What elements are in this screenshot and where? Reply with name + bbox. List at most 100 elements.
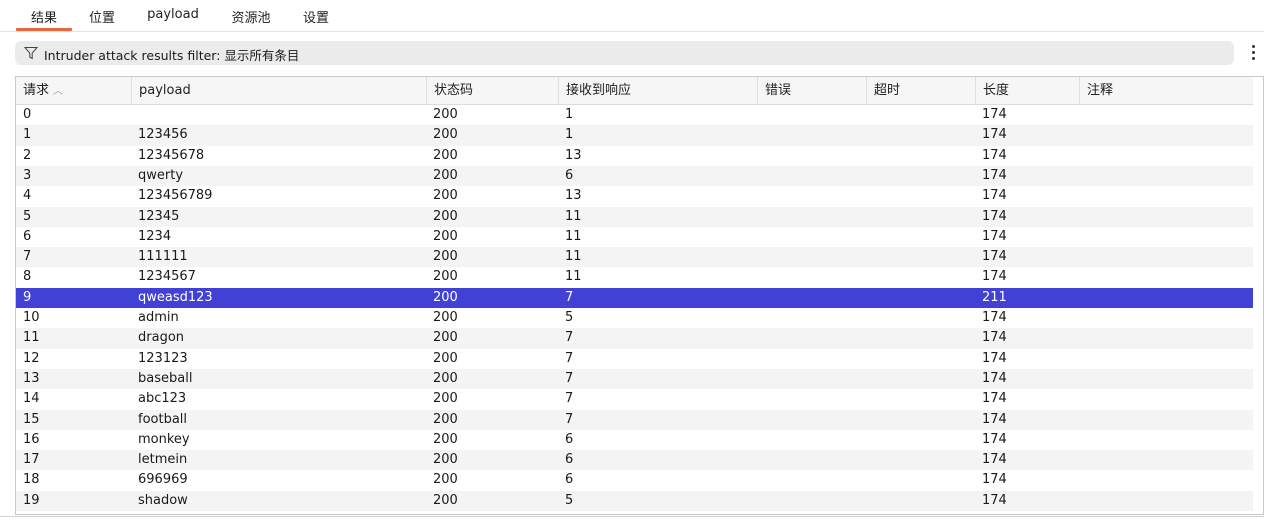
cell-request: 18 (23, 472, 40, 488)
table-row[interactable]: 19 shadow 200 5 174 (16, 490, 1253, 511)
cell-timeout (866, 491, 975, 511)
table-row[interactable]: 7 111111 200 11 174 (16, 247, 1253, 268)
results-table: 请求 ︿ payload 状态码 接收到响应 错误 超时 长度 注释 0 200 1 1… (15, 76, 1264, 515)
cell-response-received: 7 (565, 411, 574, 427)
table-row[interactable]: 10 admin 200 5 174 (16, 308, 1253, 328)
cell-error (757, 146, 866, 166)
cell-payload: 696969 (138, 472, 188, 488)
cell-request: 13 (23, 370, 40, 386)
cell-length: 174 (982, 310, 1007, 325)
cell-error (757, 369, 866, 389)
table-row[interactable]: 15 football 200 7 174 (16, 409, 1253, 430)
cell-request: 10 (23, 310, 40, 325)
cell-status-code: 200 (433, 208, 458, 224)
results-filter-bar[interactable]: Intruder attack results filter: 显示所有条目 (15, 41, 1234, 65)
tab-results[interactable]: 结果 (16, 7, 72, 31)
cell-error (757, 105, 866, 125)
cell-error (757, 349, 866, 369)
cell-request: 7 (23, 249, 32, 265)
cell-payload: qwerty (138, 167, 184, 183)
table-row[interactable]: 12 123123 200 7 174 (16, 349, 1253, 369)
vertical-scrollbar[interactable] (1253, 77, 1263, 514)
cell-comment (1079, 146, 1253, 166)
cell-status-code: 200 (433, 188, 458, 204)
kebab-menu-icon[interactable] (1250, 43, 1258, 63)
cell-timeout (866, 349, 975, 369)
cell-payload (131, 105, 426, 125)
cell-response-received: 7 (565, 391, 574, 407)
tab-payloads[interactable]: payload (146, 7, 200, 29)
table-row[interactable]: 4 123456789 200 13 174 (16, 186, 1253, 206)
table-row[interactable]: 1 123456 200 1 174 (16, 125, 1253, 146)
table-row[interactable]: 13 baseball 200 7 174 (16, 368, 1253, 390)
cell-error (757, 186, 866, 206)
cell-status-code: 200 (433, 391, 458, 407)
tab-positions[interactable]: 位置 (88, 7, 116, 29)
cell-comment (1079, 349, 1253, 369)
cell-payload: 1234 (138, 228, 172, 244)
cell-payload: admin (138, 310, 179, 325)
table-row[interactable]: 3 qwerty 200 6 174 (16, 165, 1253, 187)
cell-comment (1079, 410, 1253, 430)
cell-response-received: 1 (565, 107, 574, 122)
sort-ascending-icon: ︿ (53, 86, 64, 97)
cell-request: 2 (23, 147, 32, 163)
column-header-timeout[interactable]: 超时 (866, 77, 975, 104)
table-row[interactable]: 18 696969 200 6 174 (16, 470, 1253, 490)
cell-status-code: 200 (433, 269, 458, 285)
table-row[interactable]: 8 1234567 200 11 174 (16, 267, 1253, 287)
column-header-request[interactable]: 请求 ︿ (16, 77, 131, 104)
cell-error (757, 389, 866, 409)
table-row[interactable]: 6 1234 200 11 174 (16, 227, 1253, 247)
cell-request: 9 (23, 289, 32, 305)
cell-request: 19 (23, 492, 40, 508)
tab-settings[interactable]: 设置 (302, 7, 330, 29)
column-header-error[interactable]: 错误 (757, 77, 866, 104)
cell-timeout (866, 125, 975, 145)
cell-error (757, 247, 866, 267)
column-header-length[interactable]: 长度 (975, 77, 1079, 104)
table-header: 请求 ︿ payload 状态码 接收到响应 错误 超时 长度 注释 (16, 77, 1253, 105)
cell-status-code: 200 (433, 431, 458, 447)
table-row[interactable]: 2 12345678 200 13 174 (16, 146, 1253, 166)
cell-error (757, 125, 866, 145)
column-header-comment[interactable]: 注释 (1079, 77, 1253, 104)
cell-error (757, 207, 866, 227)
cell-timeout (866, 267, 975, 287)
cell-comment (1079, 207, 1253, 227)
cell-response-received: 7 (565, 350, 574, 366)
cell-comment (1079, 491, 1253, 511)
column-header-response-received[interactable]: 接收到响应 (558, 77, 757, 104)
table-row[interactable]: 9 qweasd123 200 7 211 (16, 287, 1253, 308)
tab-resource-pool[interactable]: 资源池 (230, 7, 272, 29)
column-header-payload[interactable]: payload (131, 77, 426, 104)
table-row[interactable]: 14 abc123 200 7 174 (16, 389, 1253, 409)
cell-comment (1079, 166, 1253, 186)
table-row[interactable]: 11 dragon 200 7 174 (16, 328, 1253, 349)
cell-request: 17 (23, 452, 40, 468)
table-row[interactable]: 0 200 1 174 (16, 105, 1253, 125)
cell-length: 174 (982, 411, 1007, 427)
cell-timeout (866, 288, 975, 308)
column-header-status-code[interactable]: 状态码 (426, 77, 558, 104)
cell-timeout (866, 186, 975, 206)
cell-timeout (866, 166, 975, 186)
cell-status-code: 200 (433, 228, 458, 244)
table-row[interactable]: 17 letmein 200 6 174 (16, 450, 1253, 471)
cell-length: 211 (982, 289, 1007, 305)
cell-length: 174 (982, 350, 1007, 366)
cell-comment (1079, 105, 1253, 125)
cell-request: 0 (23, 107, 32, 122)
cell-comment (1079, 470, 1253, 490)
cell-response-received: 7 (565, 330, 574, 346)
cell-comment (1079, 186, 1253, 206)
cell-timeout (866, 369, 975, 389)
table-row[interactable]: 5 12345 200 11 174 (16, 206, 1253, 227)
cell-status-code: 200 (433, 330, 458, 346)
cell-length: 174 (982, 370, 1007, 386)
cell-length: 174 (982, 167, 1007, 183)
table-row[interactable]: 16 monkey 200 6 174 (16, 430, 1253, 450)
cell-payload: 123123 (138, 350, 188, 366)
cell-length: 174 (982, 228, 1007, 244)
cell-response-received: 5 (565, 492, 574, 508)
